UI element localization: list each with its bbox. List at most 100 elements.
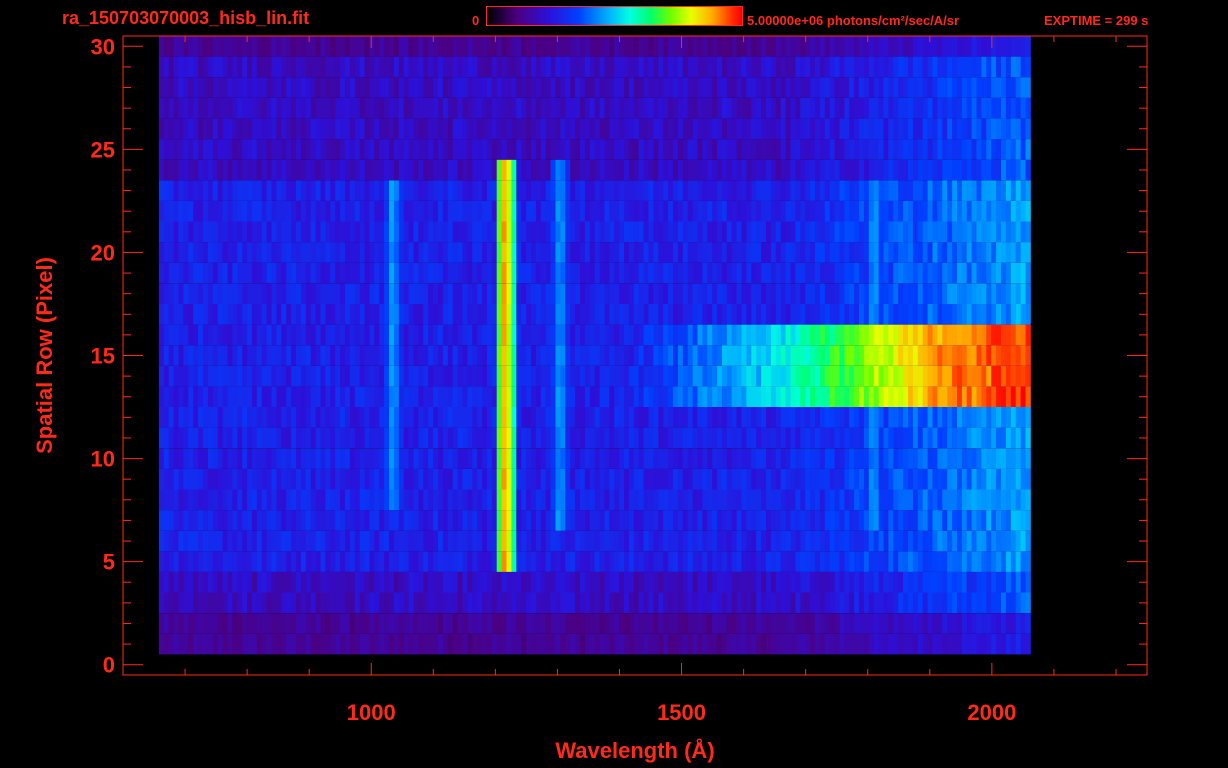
heatmap-cell [952, 262, 958, 284]
heatmap-cell [315, 489, 321, 511]
heatmap-cell [300, 427, 307, 449]
heatmap-cell [203, 97, 209, 119]
heatmap-cell [589, 510, 596, 531]
heatmap-cell [452, 551, 458, 572]
heatmap-cell [222, 407, 228, 428]
heatmap-cell [242, 407, 248, 428]
heatmap-cell [961, 262, 968, 284]
heatmap-cell [305, 386, 312, 407]
heatmap-cell [658, 283, 664, 304]
heatmap-cell [952, 97, 958, 119]
heatmap-cell [271, 571, 277, 593]
heatmap-cell [428, 221, 434, 243]
heatmap-cell [531, 283, 537, 304]
heatmap-cell [859, 139, 865, 160]
heatmap-cell [991, 180, 997, 201]
heatmap-cell [535, 427, 542, 449]
heatmap-cell [237, 304, 243, 325]
heatmap-cell [859, 365, 865, 387]
heatmap-cell [281, 180, 287, 201]
heatmap-cell [345, 304, 351, 325]
heatmap-cell [242, 118, 248, 140]
heatmap-cell [330, 200, 336, 222]
heatmap-cell [1001, 283, 1007, 304]
heatmap-cell [692, 283, 698, 304]
heatmap-cell [692, 510, 698, 531]
heatmap-cell [413, 407, 419, 428]
heatmap-cell [942, 97, 948, 119]
heatmap-cell [653, 592, 659, 614]
heatmap-cell [805, 571, 811, 593]
heatmap-cell [770, 427, 777, 449]
heatmap-cell [203, 118, 209, 140]
heatmap-cell [746, 571, 752, 593]
heatmap-cell [619, 262, 625, 284]
heatmap-cell [511, 633, 517, 655]
heatmap-cell [286, 427, 292, 449]
heatmap-cell [726, 386, 733, 407]
heatmap-cell [413, 489, 419, 511]
heatmap-cell [281, 139, 287, 160]
heatmap-cell [633, 571, 640, 593]
heatmap-cell [589, 468, 596, 490]
heatmap-cell [428, 242, 434, 263]
heatmap-cell [531, 633, 537, 655]
heatmap-cell [1005, 304, 1012, 325]
heatmap-cell [633, 97, 640, 119]
heatmap-cell [849, 613, 855, 634]
heatmap-cell [403, 448, 409, 469]
heatmap-cell [207, 180, 214, 201]
heatmap-cell [957, 200, 963, 222]
heatmap-cell [677, 221, 684, 243]
heatmap-cell [957, 510, 963, 531]
heatmap-cell [232, 200, 238, 222]
heatmap-cell [359, 139, 365, 160]
heatmap-cell [619, 448, 625, 469]
heatmap-cell [854, 407, 860, 428]
heatmap-cell [428, 283, 434, 304]
heatmap-cell [183, 592, 189, 614]
heatmap-cell [340, 489, 346, 511]
heatmap-cell [555, 427, 561, 449]
heatmap-cell [922, 345, 928, 366]
heatmap-cell [521, 77, 527, 98]
heatmap-cell [501, 448, 507, 469]
heatmap-cell [981, 427, 987, 449]
heatmap-cell [247, 427, 253, 449]
heatmap-cell [178, 468, 184, 490]
heatmap-cell [393, 345, 400, 366]
heatmap-cell [966, 530, 972, 552]
heatmap-cell [227, 613, 233, 634]
heatmap-cell [702, 427, 708, 449]
heatmap-cell [452, 468, 458, 490]
heatmap-cell [731, 97, 737, 119]
heatmap-cell [746, 221, 752, 243]
heatmap-cell [991, 510, 997, 531]
heatmap-cell [638, 365, 644, 387]
heatmap-cell [937, 530, 943, 552]
heatmap-cell [300, 118, 307, 140]
heatmap-cell [403, 180, 409, 201]
heatmap-cell [203, 468, 209, 490]
heatmap-cell [668, 468, 674, 490]
heatmap-cell [800, 592, 806, 614]
heatmap-cell [1001, 180, 1007, 201]
heatmap-cell [643, 77, 649, 98]
heatmap-cell [751, 448, 757, 469]
heatmap-cell [354, 468, 361, 490]
heatmap-cell [335, 386, 341, 407]
heatmap-cell [903, 448, 909, 469]
heatmap-cell [712, 159, 718, 181]
heatmap-cell [188, 592, 194, 614]
heatmap-cell [300, 592, 307, 614]
heatmap-cell [1015, 118, 1021, 140]
heatmap-cell [261, 448, 267, 469]
heatmap-cell [653, 613, 659, 634]
heatmap-cell [819, 633, 826, 655]
heatmap-cell [863, 510, 870, 531]
heatmap-cell [418, 530, 424, 552]
heatmap-cell [898, 345, 904, 366]
heatmap-cell [839, 407, 845, 428]
heatmap-cell [628, 551, 635, 572]
heatmap-cell [550, 304, 556, 325]
